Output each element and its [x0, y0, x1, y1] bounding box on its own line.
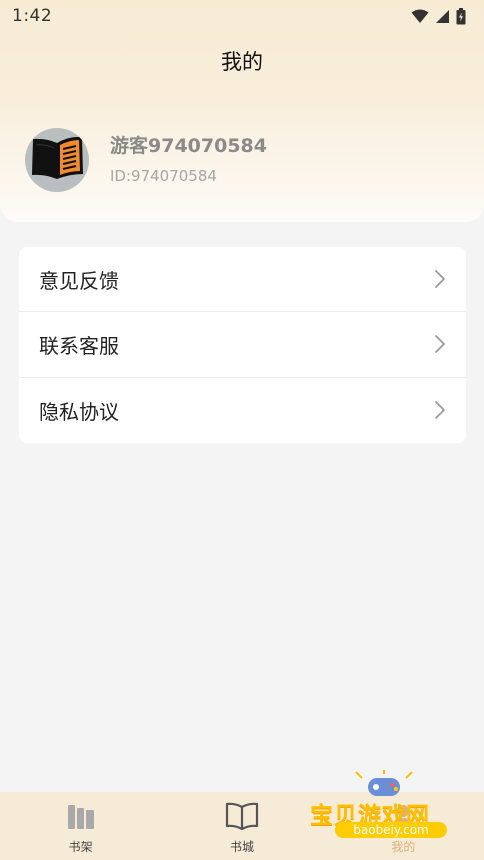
menu-item-label: 隐私协议: [39, 399, 119, 424]
page-title: 我的: [221, 50, 263, 74]
profile-name: 游客974070584: [110, 135, 267, 157]
profile-id: ID:974070584: [110, 167, 217, 185]
menu-item-customer-service[interactable]: 联系客服: [19, 312, 466, 378]
status-bar: 1:42: [0, 0, 484, 32]
tab-mine[interactable]: 我的: [323, 792, 484, 860]
status-time: 1:42: [12, 6, 53, 26]
book-icon: [28, 133, 86, 187]
profile-text: 游客974070584 ID:974070584: [110, 134, 267, 186]
status-icons: [411, 7, 466, 25]
battery-icon: [456, 7, 466, 25]
menu-item-feedback[interactable]: 意见反馈: [19, 247, 466, 313]
wifi-icon: [411, 9, 429, 24]
bottom-nav: 书架 书城 我的: [0, 792, 484, 860]
menu-item-label: 联系客服: [39, 333, 119, 358]
tab-label: 书架: [68, 840, 93, 854]
chevron-right-icon: [434, 334, 446, 354]
chevron-right-icon: [434, 269, 446, 289]
signal-icon: [435, 9, 450, 24]
bookshelf-icon: [66, 800, 96, 832]
profile-icon: [388, 800, 418, 832]
chevron-right-icon: [434, 400, 446, 420]
tab-bookstore[interactable]: 书城: [161, 792, 322, 860]
menu-item-privacy[interactable]: 隐私协议: [19, 378, 466, 443]
open-book-icon: [225, 800, 259, 832]
menu-item-label: 意见反馈: [39, 268, 119, 293]
avatar[interactable]: [25, 128, 89, 192]
tab-label: 我的: [391, 840, 416, 854]
tab-label: 书城: [229, 840, 254, 854]
screen: 1:42 我的 游客974070584 ID:974070584 意见反馈 联系…: [0, 0, 484, 860]
menu-card: 意见反馈 联系客服 隐私协议: [19, 247, 466, 443]
profile-section[interactable]: 游客974070584 ID:974070584: [25, 128, 267, 192]
tab-bookshelf[interactable]: 书架: [0, 792, 161, 860]
